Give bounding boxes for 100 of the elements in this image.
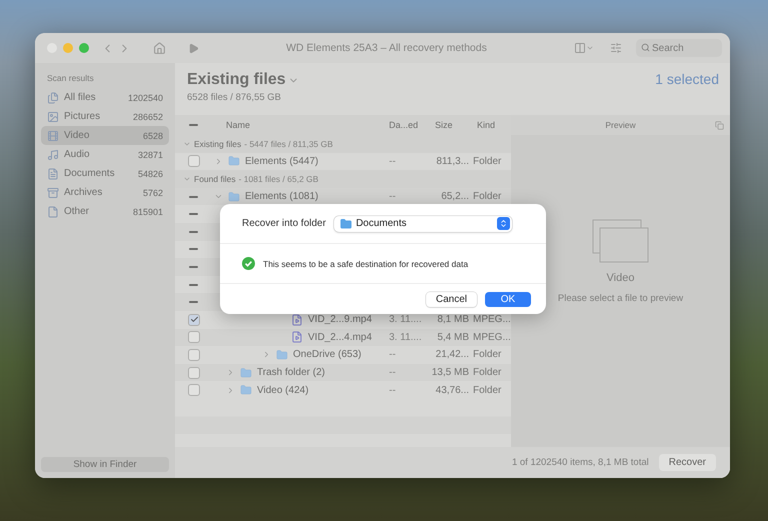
- sidebar-item[interactable]: All files 1202540: [41, 88, 169, 107]
- date-cell-text: --: [389, 349, 397, 360]
- size-cell-text: 65,2...: [440, 191, 470, 202]
- category-count: 815901: [132, 206, 163, 216]
- file-name: OneDrive (653): [293, 349, 362, 360]
- music-note-icon: [47, 148, 59, 160]
- row-checkbox[interactable]: [188, 348, 200, 361]
- date-cell-text: 3. 11....: [389, 332, 423, 343]
- size-cell-text: 8,1 MB: [436, 314, 470, 326]
- sidebar-item[interactable]: Archives 5762: [41, 183, 169, 202]
- category-label: Archives: [64, 187, 104, 198]
- name-column-header[interactable]: Name: [211, 120, 389, 130]
- folder-icon: [240, 366, 252, 379]
- mixed-checkbox[interactable]: [189, 230, 198, 233]
- column-header[interactable]: Size: [429, 120, 473, 130]
- file-name: VID_2...9.mp4: [308, 314, 372, 326]
- group-title: Found files: [194, 174, 236, 184]
- preview-title: Video: [606, 272, 634, 284]
- row-checkbox[interactable]: [188, 314, 200, 326]
- date-cell-text: 3. 11....: [389, 314, 423, 326]
- sidebar-item[interactable]: Audio 32871: [41, 145, 169, 164]
- document-icon: [47, 168, 59, 180]
- size-cell-text: 13,5 MB: [430, 367, 470, 378]
- copy-icon[interactable]: [715, 120, 724, 130]
- file-name: VID_2...4.mp4: [308, 332, 372, 343]
- chevron-right-icon[interactable]: [226, 386, 235, 395]
- row-checkbox[interactable]: [188, 366, 200, 379]
- image-icon: [47, 110, 59, 122]
- row-checkbox[interactable]: [188, 155, 200, 168]
- video-file-icon: [291, 331, 303, 344]
- category-count: 6528: [142, 130, 163, 140]
- folder-icon: [240, 384, 252, 396]
- files-icon: [47, 92, 59, 104]
- mixed-checkbox[interactable]: [189, 196, 198, 198]
- ok-button[interactable]: OK: [485, 292, 531, 306]
- sidebar-heading: Scan results: [47, 73, 95, 83]
- size-cell-text: 21,42...: [434, 349, 470, 360]
- play-icon[interactable]: [188, 42, 199, 54]
- date-cell-text: --: [389, 384, 397, 396]
- zoom-button[interactable]: [79, 43, 89, 53]
- archive-icon: [47, 186, 59, 198]
- size-cell-text: 811,3...: [435, 156, 470, 167]
- columns-icon[interactable]: [574, 42, 594, 54]
- recover-button[interactable]: Recover: [658, 454, 716, 471]
- file-name: Trash folder (2): [257, 367, 325, 378]
- file-name: Elements (1081): [245, 191, 318, 202]
- selection-count: 1 selected: [655, 71, 719, 89]
- mixed-checkbox[interactable]: [189, 266, 198, 268]
- mixed-checkbox[interactable]: [189, 248, 198, 250]
- folder-icon: [228, 155, 240, 168]
- sidebar-item[interactable]: Other 815901: [41, 202, 169, 221]
- folder-icon: [340, 218, 352, 230]
- search-field[interactable]: Search: [636, 39, 722, 57]
- film-icon: [47, 130, 59, 142]
- chevron-right-icon[interactable]: [214, 156, 223, 166]
- view-title[interactable]: Existing files: [187, 71, 286, 89]
- sidebar-item[interactable]: Video 6528: [41, 126, 169, 145]
- mixed-checkbox[interactable]: [189, 213, 198, 216]
- category-count: 5762: [142, 188, 163, 198]
- category-label: Video: [64, 130, 90, 141]
- category-count: 1202540: [128, 92, 163, 102]
- column-header[interactable]: Da...ed: [389, 120, 429, 130]
- video-file-icon: [291, 314, 303, 326]
- chevron-right-icon[interactable]: [226, 368, 235, 378]
- sliders-icon[interactable]: [610, 42, 622, 54]
- minimize-button[interactable]: [63, 43, 73, 53]
- view-summary: 6528 files / 876,55 GB: [187, 92, 282, 103]
- home-icon[interactable]: [153, 42, 166, 54]
- sidebar-item[interactable]: Documents 54826: [41, 164, 169, 183]
- kind-cell-text: Folder: [473, 191, 502, 202]
- folder-icon: [276, 348, 288, 361]
- row-checkbox[interactable]: [188, 384, 200, 396]
- group-summary: - 1081 files / 65,2 GB: [238, 174, 318, 184]
- row-checkbox[interactable]: [188, 331, 200, 344]
- column-header[interactable]: Kind: [473, 120, 511, 130]
- stepper-icon: [496, 217, 510, 230]
- folder-popup[interactable]: Documents: [334, 216, 512, 232]
- date-cell-text: --: [389, 191, 397, 202]
- check-icon: [190, 315, 198, 324]
- chevron-right-icon[interactable]: [262, 350, 271, 360]
- kind-cell-text: Folder: [473, 349, 502, 360]
- folder-icon: [228, 190, 240, 203]
- kind-cell-text: Folder: [473, 384, 502, 396]
- mixed-checkbox[interactable]: [189, 301, 198, 304]
- date-cell-text: --: [389, 156, 397, 167]
- category-label: Pictures: [64, 111, 102, 122]
- window-title: WD Elements 25A3 – All recovery methods: [285, 42, 488, 54]
- search-icon: [641, 43, 650, 52]
- kind-cell: MPEG...: [473, 314, 511, 326]
- mixed-checkbox[interactable]: [189, 284, 198, 286]
- show-in-finder-button[interactable]: Show in Finder: [41, 457, 169, 472]
- category-label: All files: [64, 92, 97, 103]
- category-label: Documents: [64, 168, 116, 179]
- category-count: 54826: [138, 168, 163, 178]
- file-icon: [47, 206, 59, 218]
- category-count: 286652: [132, 112, 163, 122]
- sidebar-item[interactable]: Pictures 286652: [41, 107, 169, 126]
- kind-cell-text: Folder: [473, 367, 502, 378]
- cancel-button[interactable]: Cancel: [426, 292, 477, 306]
- kind-cell: MPEG...: [473, 332, 511, 343]
